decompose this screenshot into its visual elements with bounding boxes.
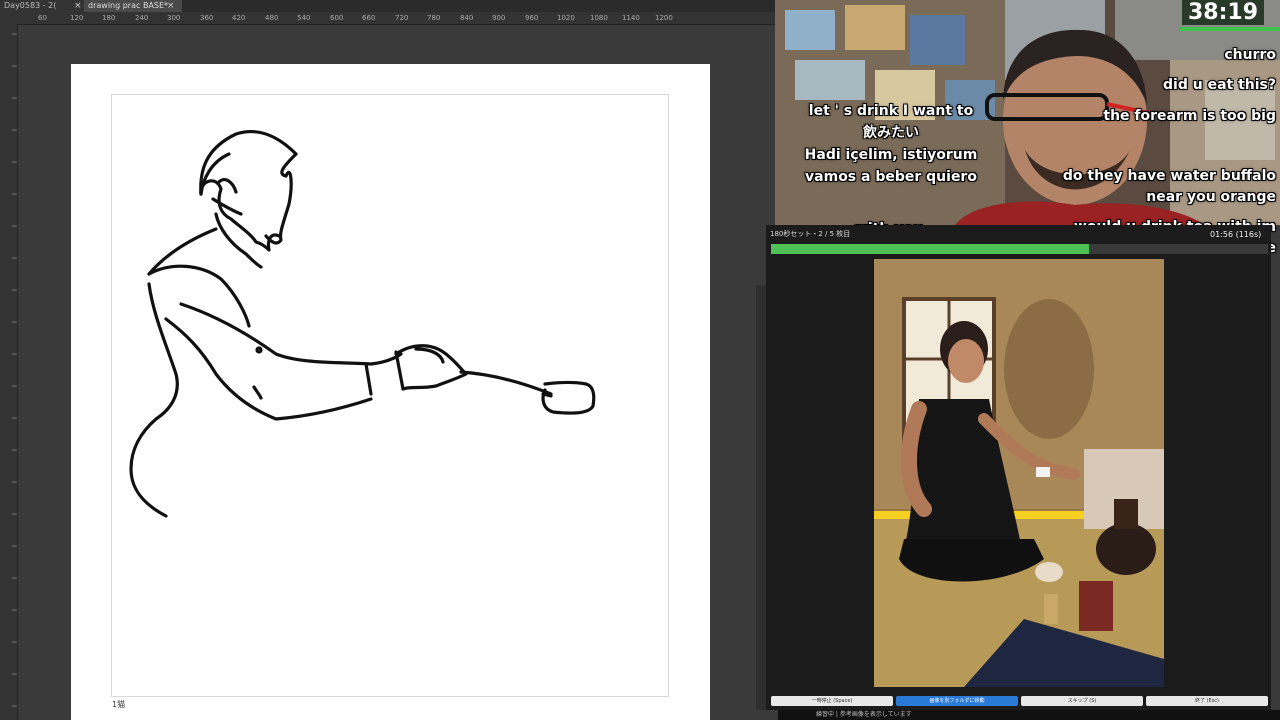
- chat-message: the forearm is too big: [1103, 108, 1276, 124]
- ruler-label: 60: [38, 14, 47, 22]
- close-icon[interactable]: ×: [167, 0, 175, 12]
- reference-photo-image: [874, 259, 1164, 687]
- ruler-label: 900: [492, 14, 506, 22]
- chat-message: did u eat this?: [1163, 77, 1276, 93]
- end-button[interactable]: 終了 (Esc): [1146, 696, 1268, 706]
- ruler-label: 300: [167, 14, 181, 22]
- sketch-drawing[interactable]: [71, 64, 710, 720]
- caption-line: 飲みたい: [863, 125, 919, 141]
- close-icon[interactable]: ×: [74, 0, 82, 12]
- ruler-label: 540: [297, 14, 311, 22]
- tab-day0583[interactable]: Day0583 - 2(: [0, 0, 84, 12]
- viewer-progress-fill: [771, 244, 1090, 254]
- ruler-label: 420: [232, 14, 246, 22]
- tab-label: drawing prac BASE*: [88, 1, 169, 10]
- ruler-label: 360: [200, 14, 214, 22]
- reference-photo: [874, 259, 1164, 687]
- timer-bar: [1180, 27, 1280, 31]
- ruler-label: 960: [525, 14, 539, 22]
- ruler-label: 240: [135, 14, 149, 22]
- chat-message: do they have water buffalo: [1062, 168, 1276, 184]
- ruler-label: 840: [460, 14, 474, 22]
- horizontal-ruler: 60 120 180 240 300 360 420 480 540 600 6…: [0, 12, 775, 25]
- chat-message: near you orange: [1146, 189, 1276, 205]
- translation-captions: let ' s drink I want to 飲みたい Hadi içelim…: [800, 100, 982, 188]
- viewer-progress-bar: [771, 244, 1268, 254]
- ruler-label: 1140: [622, 14, 640, 22]
- ruler-label: 660: [362, 14, 376, 22]
- viewer-header: 180秒セット・2 / 5 枚目: [770, 230, 851, 238]
- vertical-ruler-ticks: [12, 33, 17, 707]
- caption-line: let ' s drink I want to: [808, 103, 974, 119]
- caption-line: vamos a beber quiero: [805, 169, 977, 185]
- panel-edge: [756, 285, 766, 710]
- tab-bar: Day0583 - 2( × drawing prac BASE* ×: [0, 0, 775, 12]
- chat-message: churro: [1224, 47, 1276, 63]
- ruler-label: 480: [265, 14, 279, 22]
- skip-button[interactable]: スキップ (S): [1021, 696, 1143, 706]
- vertical-ruler: [0, 24, 18, 720]
- ruler-label: 720: [395, 14, 409, 22]
- status-text: 練習中 | 参考画像を表示しています: [816, 711, 912, 718]
- viewer-time: 01:56 (116s): [1210, 230, 1262, 239]
- move-image-button[interactable]: 画像を別フォルダに移動: [896, 696, 1018, 706]
- ruler-label: 1200: [655, 14, 673, 22]
- status-strip: 練習中 | 参考画像を表示しています: [778, 710, 1280, 720]
- ruler-label: 180: [102, 14, 116, 22]
- pause-button[interactable]: 一時停止 (Space): [771, 696, 893, 706]
- ruler-label: 780: [427, 14, 441, 22]
- caption-line: Hadi içelim, istiyorum: [804, 147, 978, 163]
- ruler-label: 1080: [590, 14, 608, 22]
- tab-label: Day0583 - 2(: [4, 1, 57, 10]
- ruler-label: 120: [70, 14, 84, 22]
- ruler-label: 1020: [557, 14, 575, 22]
- page-number: 1猫: [112, 700, 126, 709]
- session-timer: 38:19: [1181, 0, 1264, 25]
- ruler-label: 600: [330, 14, 344, 22]
